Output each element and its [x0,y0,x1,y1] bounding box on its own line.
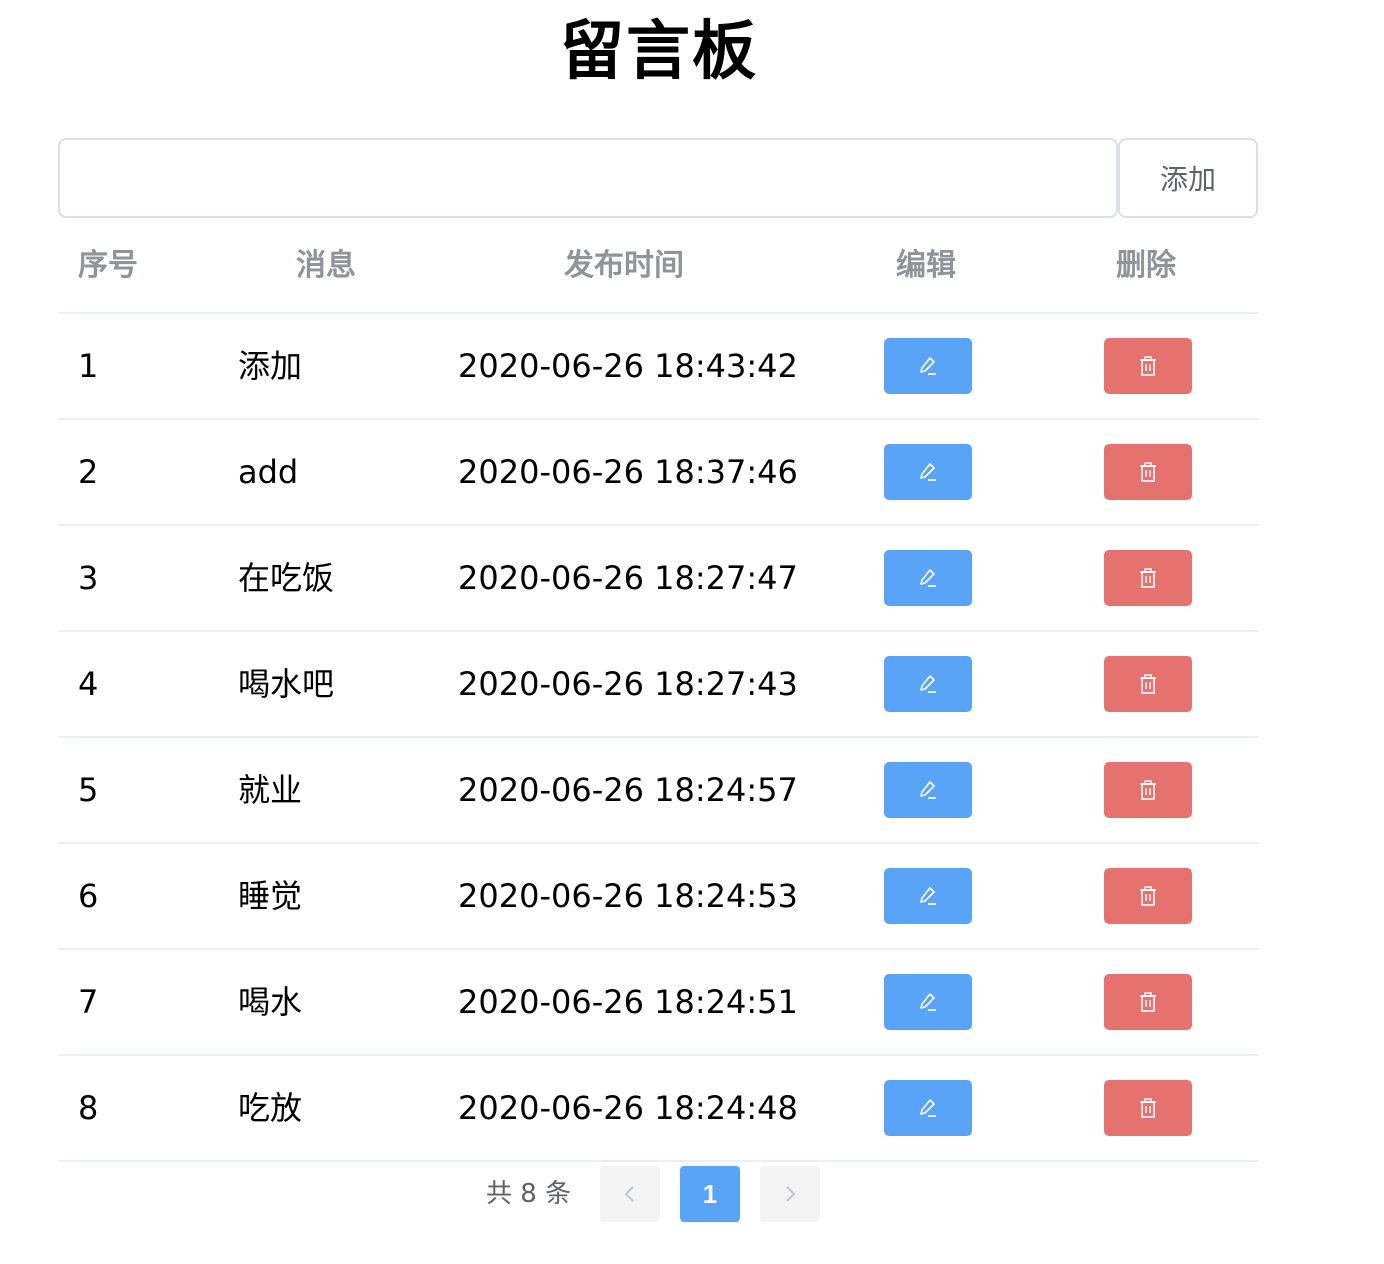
page-title: 留言板 [560,15,758,89]
edit-button[interactable] [884,762,972,818]
row-time: 2020-06-26 18:27:47 [458,559,798,597]
row-time: 2020-06-26 18:24:48 [458,1089,798,1127]
delete-button[interactable] [1104,762,1192,818]
edit-button[interactable] [884,444,972,500]
edit-icon [920,569,936,587]
header-edit: 编辑 [896,248,956,283]
edit-icon [920,781,936,799]
edit-button[interactable] [884,1080,972,1136]
trash-icon [1140,356,1156,376]
pagination: 共 8 条 1 [0,1166,1384,1222]
trash-icon [1140,780,1156,800]
trash-icon [1140,674,1156,694]
row-time: 2020-06-26 18:24:53 [458,877,798,915]
trash-icon [1140,992,1156,1012]
row-time: 2020-06-26 18:43:42 [458,347,798,385]
row-index: 8 [78,1089,99,1127]
row-index: 6 [78,877,99,915]
table-row: 6 睡觉 2020-06-26 18:24:53 [58,844,1258,950]
row-message: 添加 [238,347,303,385]
edit-icon [920,463,936,481]
delete-button[interactable] [1104,444,1192,500]
add-message-bar: 添加 [58,138,1258,218]
chevron-right-icon [786,1186,796,1202]
header-delete: 删除 [1116,248,1176,283]
table-row: 4 喝水吧 2020-06-26 18:27:43 [58,632,1258,738]
message-input[interactable] [58,138,1118,218]
table-row: 1 添加 2020-06-26 18:43:42 [58,314,1258,420]
add-button[interactable]: 添加 [1118,138,1258,218]
chevron-left-icon [624,1186,634,1202]
table-body: 1 添加 2020-06-26 18:43:42 2 add 2020-06-26 18:… [58,314,1258,1162]
row-time: 2020-06-26 18:24:57 [458,771,798,809]
trash-icon [1140,568,1156,588]
table-row: 2 add 2020-06-26 18:37:46 [58,420,1258,526]
row-time: 2020-06-26 18:27:43 [458,665,798,703]
prev-page-button[interactable] [600,1166,660,1222]
row-index: 4 [78,665,99,703]
total-count: 共 8 条 [486,1179,572,1209]
delete-button[interactable] [1104,974,1192,1030]
edit-icon [920,357,936,375]
trash-icon [1140,886,1156,906]
edit-icon [920,887,936,905]
row-message: 在吃饭 [238,559,335,597]
delete-button[interactable] [1104,868,1192,924]
row-time: 2020-06-26 18:24:51 [458,983,798,1021]
trash-icon [1140,462,1156,482]
header-time: 发布时间 [564,248,684,283]
header-index: 序号 [78,248,138,283]
page-number-current[interactable]: 1 [680,1166,740,1222]
row-message: add [238,453,299,491]
delete-button[interactable] [1104,550,1192,606]
table-row: 7 喝水 2020-06-26 18:24:51 [58,950,1258,1056]
row-message: 吃放 [238,1089,303,1127]
trash-icon [1140,1098,1156,1118]
row-index: 3 [78,559,99,597]
edit-button[interactable] [884,338,972,394]
table-header: 序号 消息 发布时间 编辑 删除 [58,218,1258,314]
delete-button[interactable] [1104,656,1192,712]
row-index: 2 [78,453,99,491]
next-page-button[interactable] [760,1166,820,1222]
row-message: 喝水吧 [238,665,335,703]
delete-button[interactable] [1104,1080,1192,1136]
row-time: 2020-06-26 18:37:46 [458,453,798,491]
row-index: 5 [78,771,99,809]
row-index: 1 [78,347,99,385]
header-message: 消息 [296,248,356,283]
message-board-app: 留言板 添加 序号 消息 发布时间 编辑 删除 1 添加 2020-06-26 18… [0,0,1384,1264]
edit-icon [920,1099,936,1117]
row-message: 就业 [238,771,303,809]
table-row: 8 吃放 2020-06-26 18:24:48 [58,1056,1258,1162]
edit-button[interactable] [884,550,972,606]
edit-button[interactable] [884,656,972,712]
row-message: 喝水 [238,983,303,1021]
edit-button[interactable] [884,974,972,1030]
table-row: 3 在吃饭 2020-06-26 18:27:47 [58,526,1258,632]
row-index: 7 [78,983,99,1021]
row-message: 睡觉 [238,877,303,915]
delete-button[interactable] [1104,338,1192,394]
edit-icon [920,675,936,693]
edit-icon [920,993,936,1011]
edit-button[interactable] [884,868,972,924]
table-row: 5 就业 2020-06-26 18:24:57 [58,738,1258,844]
message-table: 序号 消息 发布时间 编辑 删除 1 添加 2020-06-26 18:43:42 2… [58,218,1258,1162]
